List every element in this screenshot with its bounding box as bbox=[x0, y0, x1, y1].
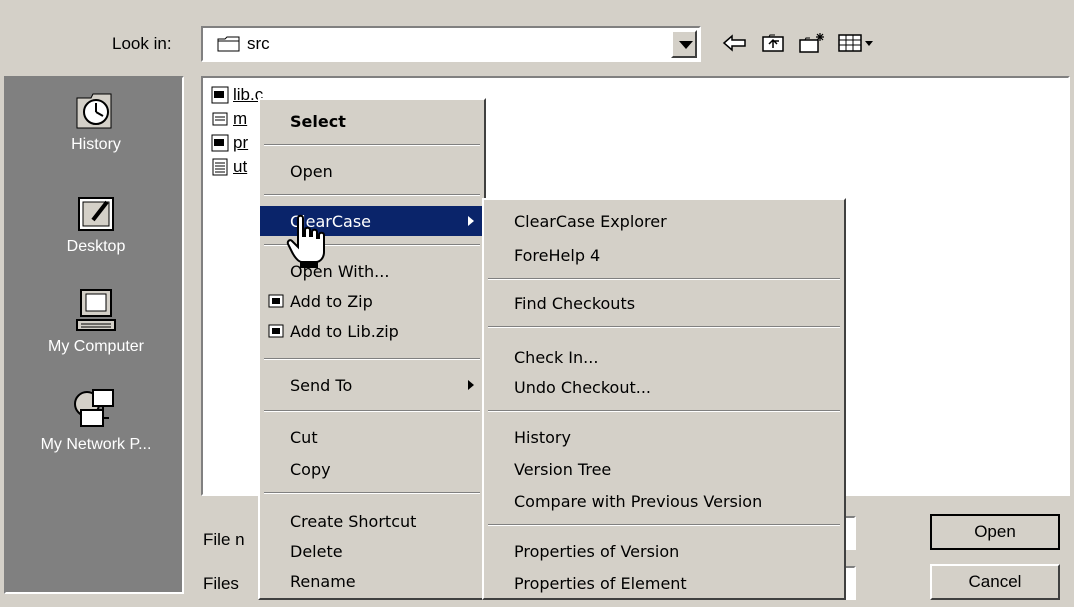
menu-label: Create Shortcut bbox=[290, 511, 417, 531]
places-label-desktop: Desktop bbox=[66, 238, 126, 255]
filetype-label: Files bbox=[203, 574, 239, 593]
places-item-my-computer[interactable]: My Computer bbox=[6, 286, 186, 356]
menu-separator bbox=[488, 410, 840, 412]
file-name: m bbox=[233, 109, 248, 128]
menu-label: Properties of Element bbox=[514, 573, 687, 593]
open-button[interactable]: Open bbox=[930, 514, 1060, 550]
zip-icon bbox=[268, 324, 284, 338]
menu-item-cut[interactable]: Cut bbox=[260, 422, 484, 452]
menu-label: Add to Lib.zip bbox=[290, 321, 399, 341]
menu-label: Add to Zip bbox=[290, 291, 373, 311]
menu-item-properties-version[interactable]: Properties of Version bbox=[484, 536, 844, 566]
list-item[interactable]: m bbox=[211, 108, 247, 130]
menu-separator bbox=[488, 278, 840, 280]
my-computer-icon bbox=[76, 289, 116, 331]
text-file-icon bbox=[212, 158, 228, 176]
combobox-dropdown-button[interactable] bbox=[671, 30, 697, 58]
menu-separator bbox=[264, 492, 480, 494]
menu-item-check-in[interactable]: Check In... bbox=[484, 342, 844, 372]
look-in-label: Look in: bbox=[112, 34, 172, 53]
cancel-button[interactable]: Cancel bbox=[930, 564, 1060, 600]
menu-label: Properties of Version bbox=[514, 541, 680, 561]
menu-separator bbox=[488, 524, 840, 526]
menu-label: Check In... bbox=[514, 347, 599, 367]
menu-label: Send To bbox=[290, 375, 353, 395]
look-in-combobox[interactable]: src bbox=[201, 26, 701, 62]
menu-item-delete[interactable]: Delete bbox=[260, 536, 484, 566]
places-bar: History Desktop My Computer My Network P… bbox=[4, 76, 184, 594]
history-icon bbox=[76, 93, 112, 129]
new-folder-icon[interactable] bbox=[794, 28, 830, 58]
menu-item-copy[interactable]: Copy bbox=[260, 454, 484, 484]
menu-label: Rename bbox=[290, 571, 356, 591]
menu-separator bbox=[264, 144, 480, 146]
c-file-icon bbox=[211, 134, 229, 152]
makefile-icon bbox=[212, 112, 228, 126]
menu-item-add-to-lib-zip[interactable]: Add to Lib.zip bbox=[260, 316, 484, 346]
menu-item-rename[interactable]: Rename bbox=[260, 566, 484, 596]
menu-label: Open bbox=[290, 161, 333, 181]
menu-label: Undo Checkout... bbox=[514, 377, 651, 397]
menu-item-add-to-zip[interactable]: Add to Zip bbox=[260, 286, 484, 316]
context-menu: Select Open ClearCase Open With... Add t… bbox=[258, 98, 486, 600]
chevron-down-icon bbox=[679, 41, 693, 49]
places-label-history: History bbox=[71, 136, 121, 153]
back-arrow-icon[interactable] bbox=[718, 28, 752, 58]
menu-item-clearcase-explorer[interactable]: ClearCase Explorer bbox=[484, 206, 844, 236]
network-places-icon bbox=[74, 389, 114, 427]
menu-item-version-tree[interactable]: Version Tree bbox=[484, 454, 844, 484]
places-item-history[interactable]: History bbox=[6, 88, 186, 154]
menu-item-undo-checkout[interactable]: Undo Checkout... bbox=[484, 372, 844, 402]
menu-separator bbox=[264, 410, 480, 412]
menu-label: Select bbox=[290, 111, 346, 131]
menu-item-select[interactable]: Select bbox=[260, 106, 484, 136]
menu-item-forehelp[interactable]: ForeHelp 4 bbox=[484, 240, 844, 270]
menu-separator bbox=[264, 358, 480, 360]
menu-label: Compare with Previous Version bbox=[514, 491, 763, 511]
menu-label: Version Tree bbox=[514, 459, 612, 479]
filename-label: File n bbox=[203, 530, 245, 549]
menu-label: Delete bbox=[290, 541, 343, 561]
menu-label: Copy bbox=[290, 459, 331, 479]
menu-item-properties-element[interactable]: Properties of Element bbox=[484, 568, 844, 598]
menu-item-send-to[interactable]: Send To bbox=[260, 370, 484, 400]
list-item[interactable]: lib.c bbox=[211, 84, 263, 106]
file-name: pr bbox=[233, 133, 249, 152]
look-in-value: src bbox=[247, 34, 270, 53]
hand-cursor-icon bbox=[286, 214, 330, 275]
list-item[interactable]: ut bbox=[211, 156, 247, 178]
places-item-network[interactable]: My Network P... bbox=[6, 384, 186, 454]
desktop-icon bbox=[78, 197, 114, 231]
menu-label: ForeHelp 4 bbox=[514, 245, 601, 265]
submenu-arrow-icon bbox=[468, 216, 474, 226]
menu-item-create-shortcut[interactable]: Create Shortcut bbox=[260, 506, 484, 536]
menu-item-find-checkouts[interactable]: Find Checkouts bbox=[484, 288, 844, 318]
view-menu-icon[interactable] bbox=[836, 28, 876, 58]
clearcase-submenu: ClearCase Explorer ForeHelp 4 Find Check… bbox=[482, 198, 846, 600]
c-file-icon bbox=[211, 86, 229, 104]
menu-separator bbox=[488, 326, 840, 328]
places-label-network: My Network P... bbox=[40, 436, 152, 453]
submenu-arrow-icon bbox=[468, 380, 474, 390]
menu-item-open[interactable]: Open bbox=[260, 156, 484, 186]
places-label-my-computer: My Computer bbox=[47, 338, 145, 355]
file-name: ut bbox=[233, 157, 248, 176]
up-folder-icon[interactable] bbox=[756, 28, 790, 58]
zip-icon bbox=[268, 294, 284, 308]
folder-icon bbox=[217, 35, 241, 58]
menu-label: ClearCase Explorer bbox=[514, 211, 667, 231]
list-item[interactable]: pr bbox=[211, 132, 248, 154]
menu-item-compare-previous[interactable]: Compare with Previous Version bbox=[484, 486, 844, 516]
menu-label: Find Checkouts bbox=[514, 293, 636, 313]
menu-item-history[interactable]: History bbox=[484, 422, 844, 452]
menu-label: History bbox=[514, 427, 571, 447]
places-item-desktop[interactable]: Desktop bbox=[6, 190, 186, 256]
menu-label: Cut bbox=[290, 427, 318, 447]
menu-separator bbox=[264, 194, 480, 196]
